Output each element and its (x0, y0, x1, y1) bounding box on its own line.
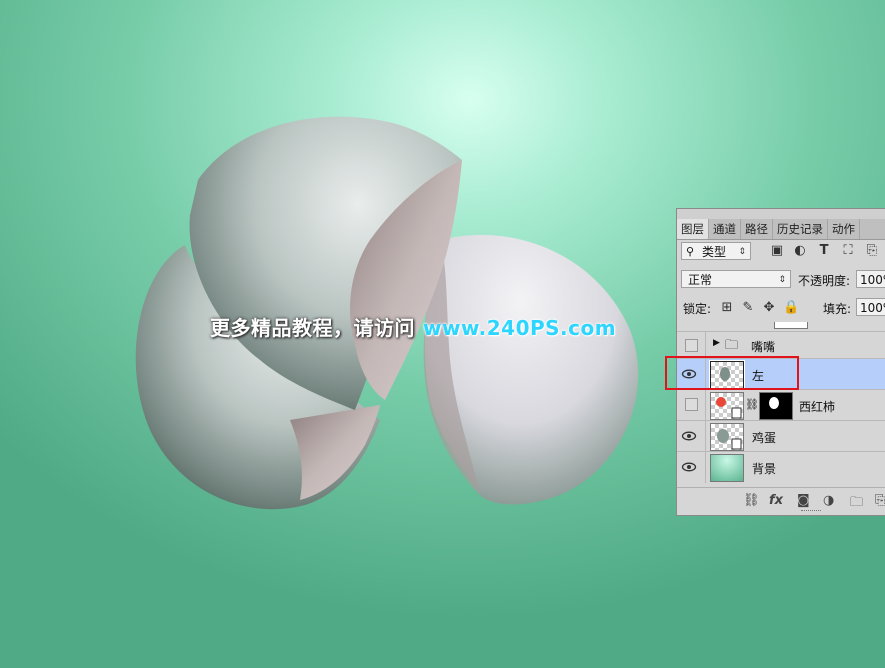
tab-layers[interactable]: 图层 (677, 219, 709, 239)
text-filter-icon[interactable]: T (816, 243, 832, 259)
layer-thumbnail (710, 392, 744, 420)
layer-name: 背景 (752, 462, 777, 476)
lock-row: 锁定: ⊞ ✎ ✥ 🔒 填充: 100% (677, 297, 885, 321)
adjust-filter-icon[interactable]: ◐ (792, 243, 808, 259)
new-layer-icon[interactable]: ⎘ (875, 493, 885, 508)
filter-row: ⚲ 类型 ⇕ ▣ ◐ T ⛶ ⎘ (677, 242, 885, 268)
lock-all-icon[interactable]: 🔒 (783, 300, 799, 316)
lock-brush-icon[interactable]: ✎ (740, 300, 756, 316)
watermark-text: 更多精品教程，请访问 (210, 316, 415, 340)
tab-paths[interactable]: 路径 (741, 219, 773, 239)
filter-kind-label: 类型 (702, 245, 727, 259)
layer-row-egg[interactable]: 鸡蛋 (677, 420, 885, 452)
new-group-icon[interactable]: 🗀 (850, 493, 863, 515)
visibility-toggle[interactable] (685, 398, 698, 411)
visibility-toggle[interactable] (685, 339, 698, 352)
layer-thumbnail (710, 423, 744, 451)
shape-filter-icon[interactable]: ⛶ (840, 243, 856, 259)
watermark-url[interactable]: www.240PS.com (423, 316, 616, 340)
layer-row-tomato[interactable]: ⛓ 西红柿 (677, 389, 885, 421)
layer-mask-thumbnail[interactable] (759, 392, 793, 420)
layer-row-group[interactable]: ▶ 🗀 嘴嘴 (677, 331, 885, 359)
layer-name: 西红柿 (799, 400, 836, 414)
fx-icon[interactable]: fx (769, 493, 783, 508)
panel-bottom-toolbar: ⛓ fx ◙ ◑ 🗀 ⎘ (677, 487, 885, 516)
lock-label: 锁定: (683, 302, 712, 316)
layer-list: ▶ 🗀 嘴嘴 左 ⛓ 西红柿 鸡蛋 背景 (677, 322, 885, 487)
panel-tabs: 图层 通道 路径 历史记录 动作 (677, 219, 885, 240)
scrolled-layer-remnant (677, 322, 885, 331)
smart-filter-icon[interactable]: ⎘ (864, 243, 880, 259)
opacity-input[interactable]: 100% (856, 270, 885, 288)
blend-row: 正常 ⇕ 不透明度: 100% (677, 270, 885, 294)
search-icon: ⚲ (686, 245, 695, 258)
annotation-highlight-box (665, 356, 799, 390)
watermark: 更多精品教程，请访问 www.240PS.com (210, 312, 616, 341)
adjustment-icon[interactable]: ◑ (823, 493, 834, 508)
fill-label: 填充: (823, 302, 852, 316)
filter-kind-select[interactable]: ⚲ 类型 ⇕ (681, 242, 751, 260)
tab-actions[interactable]: 动作 (828, 219, 860, 239)
fill-input[interactable]: 100% (856, 298, 885, 316)
tab-channels[interactable]: 通道 (709, 219, 741, 239)
eye-icon[interactable] (681, 428, 697, 444)
chevron-updown-icon: ⇕ (778, 275, 786, 285)
image-filter-icon[interactable]: ▣ (769, 243, 785, 259)
layer-thumbnail (710, 454, 744, 482)
eye-icon[interactable] (681, 459, 697, 475)
mask-icon[interactable]: ◙ (797, 493, 810, 508)
chain-link-icon[interactable]: ⛓ (745, 398, 759, 411)
panel-grip[interactable] (677, 209, 885, 219)
layer-row-background[interactable]: 背景 (677, 451, 885, 483)
disclosure-triangle-icon[interactable]: ▶ (713, 338, 720, 348)
resize-grip[interactable] (801, 510, 821, 513)
tab-history[interactable]: 历史记录 (773, 219, 828, 239)
blend-mode-select[interactable]: 正常 ⇕ (681, 270, 791, 288)
blend-mode-value: 正常 (688, 273, 713, 287)
lock-transparent-icon[interactable]: ⊞ (719, 300, 735, 316)
layer-name: 嘴嘴 (751, 340, 776, 354)
layer-name: 鸡蛋 (752, 431, 777, 445)
chevron-updown-icon: ⇕ (738, 247, 746, 257)
folder-icon: 🗀 (725, 338, 739, 353)
opacity-label: 不透明度: (798, 274, 851, 288)
lock-move-icon[interactable]: ✥ (761, 300, 777, 316)
link-layers-icon[interactable]: ⛓ (743, 493, 760, 508)
